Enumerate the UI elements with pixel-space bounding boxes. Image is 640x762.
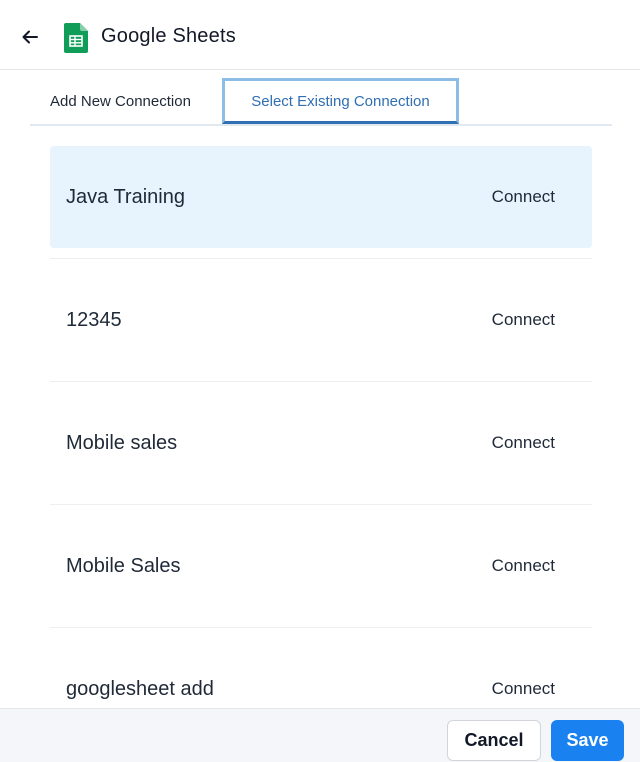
google-sheets-icon — [64, 23, 88, 58]
connection-list: Java Training Connect 12345 Connect Mobi… — [50, 146, 592, 708]
connect-button[interactable]: Connect — [492, 433, 555, 453]
list-item[interactable]: 12345 Connect — [50, 269, 592, 371]
connect-button[interactable]: Connect — [492, 679, 555, 699]
footer: Cancel Save — [0, 708, 640, 762]
connection-name: googlesheet add — [66, 677, 214, 700]
list-item[interactable]: Java Training Connect — [50, 146, 592, 248]
divider — [50, 504, 592, 505]
tab-select-existing-connection[interactable]: Select Existing Connection — [222, 78, 459, 124]
divider — [50, 258, 592, 259]
connection-name: Mobile sales — [66, 431, 178, 454]
cancel-button[interactable]: Cancel — [447, 720, 541, 761]
save-button[interactable]: Save — [551, 720, 624, 761]
page-title: Google Sheets — [101, 25, 236, 47]
list-item[interactable]: Mobile sales Connect — [50, 392, 592, 494]
connection-tabs: Add New Connection Select Existing Conne… — [30, 78, 612, 126]
connect-button[interactable]: Connect — [492, 187, 555, 207]
header: Google Sheets — [0, 0, 640, 70]
divider — [50, 381, 592, 382]
arrow-left-icon — [22, 30, 38, 44]
tab-add-new-connection[interactable]: Add New Connection — [50, 78, 191, 124]
connection-name: Mobile Sales — [66, 554, 181, 577]
list-item[interactable]: googlesheet add Connect — [50, 638, 592, 708]
connection-name: Java Training — [66, 185, 185, 208]
connection-name: 12345 — [66, 308, 122, 331]
connect-button[interactable]: Connect — [492, 556, 555, 576]
back-button[interactable] — [18, 25, 42, 49]
connect-button[interactable]: Connect — [492, 310, 555, 330]
divider — [50, 627, 592, 628]
list-item[interactable]: Mobile Sales Connect — [50, 515, 592, 617]
